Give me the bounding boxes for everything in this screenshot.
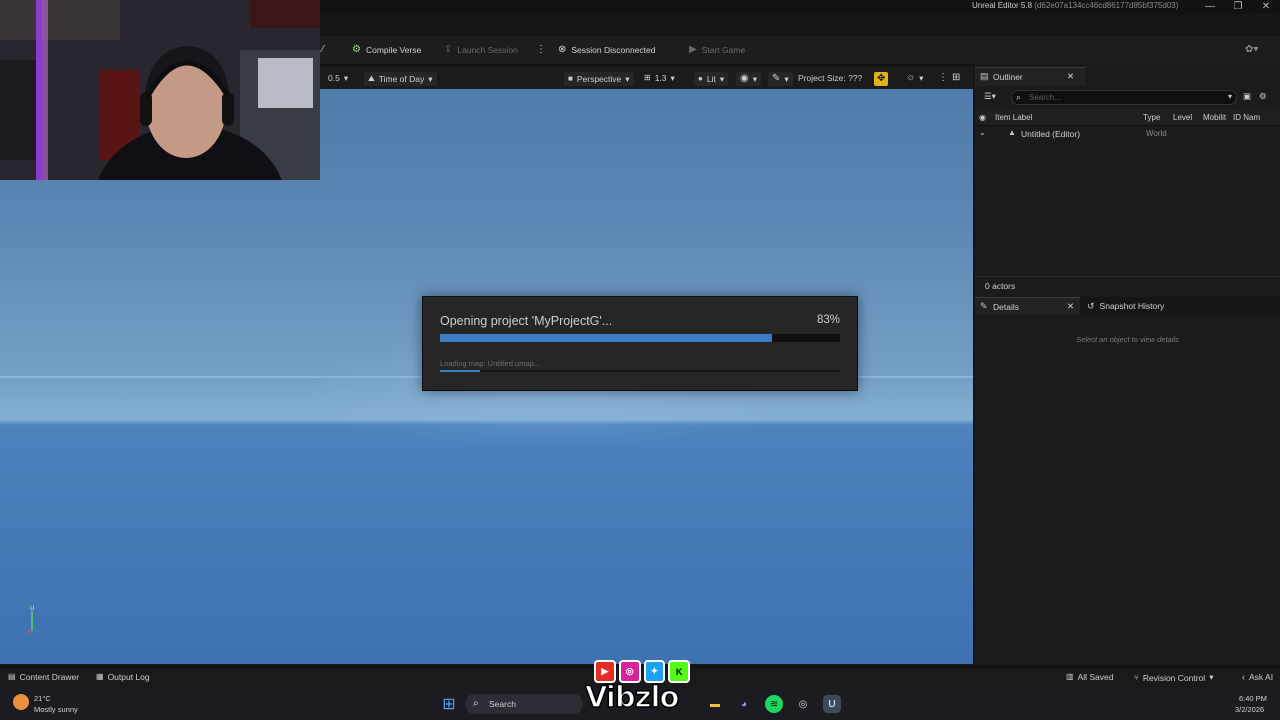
branch-icon: ⑂ [1134, 672, 1139, 682]
fov-dropdown[interactable]: ⊞ 1.3 ▾ [644, 72, 675, 84]
all-saved-button[interactable]: ▥ All Saved [1066, 672, 1113, 682]
viewport-layout-icon[interactable]: ⊞ [952, 72, 960, 84]
world-icon: ▲ [1008, 128, 1016, 137]
save-icon: ▥ [1066, 672, 1074, 681]
perspective-dropdown[interactable]: ■ Perspective ▾ [564, 72, 634, 86]
close-icon[interactable]: ✕ [1067, 71, 1074, 82]
output-log-button[interactable]: ▦ Output Log [96, 672, 150, 682]
camera-speed-dropdown[interactable]: 0.5 ▾ [328, 72, 348, 84]
tab-details[interactable]: ✎ Details ✕ [975, 297, 1080, 316]
github-icon[interactable]: ◎ [794, 695, 812, 713]
sphere-icon: ● [698, 74, 703, 83]
sub-progress-bar [440, 370, 840, 372]
taskbar-search-input[interactable]: ⌕ Search [465, 694, 583, 714]
loading-status: Loading map: Untitled.umap... [440, 359, 541, 368]
webcam-overlay [0, 0, 320, 180]
start-game-button[interactable]: ▶ Start Game [689, 44, 745, 56]
column-mobility[interactable]: Mobilit [1203, 113, 1226, 122]
revision-control-button[interactable]: ⑂ Revision Control ▾ [1134, 672, 1213, 683]
restore-button[interactable]: ❐ [1226, 0, 1250, 14]
grid-icon: ⊞ [644, 73, 651, 82]
column-level[interactable]: Level [1173, 113, 1192, 122]
window-title: Unreal Editor 5.8 (d62e07a134cc46cd86177… [972, 1, 1179, 10]
sub-progress-fill [440, 370, 480, 372]
weather-icon[interactable] [13, 694, 29, 710]
compile-icon: ⚙ [352, 44, 361, 55]
play-icon: ▶ [689, 44, 697, 55]
column-item-label[interactable]: Item Label [995, 113, 1032, 122]
streamer-webcam-image [0, 0, 320, 180]
tab-outliner[interactable]: ▤ Outliner ✕ [975, 67, 1085, 86]
unreal-editor-icon[interactable]: U [823, 695, 841, 713]
content-drawer-button[interactable]: ▤ Content Drawer [8, 672, 79, 682]
chevron-left-icon: ‹ [1242, 672, 1245, 682]
project-size-label: Project Size: ??? [798, 73, 863, 83]
pencil-icon: ✎ [772, 73, 781, 84]
disconnected-icon: ⊗ [558, 44, 567, 55]
gear-icon[interactable]: ⚙ [1259, 91, 1267, 102]
svg-text:U: U [30, 605, 34, 612]
session-options-button[interactable]: ⋮ [536, 44, 546, 56]
close-icon[interactable]: ✕ [1067, 301, 1074, 312]
outliner-row[interactable]: ⌄ ▲ Untitled (Editor) World [975, 126, 1280, 140]
show-flags-dropdown[interactable]: ◉ ▾ [736, 72, 762, 86]
windows-start-icon[interactable]: ⊞ [440, 695, 458, 713]
weather-temp[interactable]: 21°C [34, 694, 51, 703]
weather-desc[interactable]: Mostly sunny [34, 705, 78, 714]
file-explorer-icon[interactable]: ▬ [706, 695, 724, 713]
tab-snapshot-history[interactable]: ↺ Snapshot History [1087, 297, 1164, 315]
viewport-settings-icon[interactable]: ☼ ▾ [906, 72, 923, 84]
snap-toggle-icon[interactable]: ✥ [874, 72, 889, 86]
landscape-icon: ⛰ [368, 74, 375, 83]
column-type[interactable]: Type [1143, 113, 1160, 122]
actors-count-bar: 0 actors [975, 276, 1280, 293]
chevron-down-icon[interactable]: ▾ [1228, 92, 1232, 101]
history-icon: ↺ [1087, 301, 1095, 311]
details-body: Select an object to view details [975, 315, 1280, 664]
minimize-button[interactable]: — [1198, 0, 1222, 14]
social-icons-overlay: ▶ ◎ ✦ K [594, 660, 690, 683]
launch-icon: ⇪ [444, 44, 453, 55]
lit-dropdown[interactable]: ● Lit ▾ [694, 72, 729, 86]
outliner-icon: ▤ [980, 71, 989, 81]
axis-gizmo: U [25, 605, 34, 633]
brand-logo: Vibzlo [584, 679, 680, 715]
loading-dialog: Opening project 'MyProjectG'... 83% Load… [422, 296, 858, 391]
taskbar-time[interactable]: 6:40 PM [1239, 694, 1267, 703]
loading-percent: 83% [816, 314, 840, 326]
close-window-button[interactable]: ✕ [1254, 0, 1278, 14]
log-icon: ▦ [96, 672, 104, 681]
camera-icon: ■ [568, 74, 573, 83]
visibility-icon[interactable]: ◉ [979, 113, 986, 122]
pencil-icon: ✎ [980, 301, 988, 311]
add-folder-icon[interactable]: ▣ [1243, 91, 1251, 102]
loading-title: Opening project 'MyProjectG'... [440, 314, 613, 328]
compile-verse-button[interactable]: ⚙ Compile Verse [352, 44, 421, 56]
taskbar-date[interactable]: 3/2/2026 [1235, 705, 1264, 714]
toolbar-overflow-icon[interactable]: ⁄ [322, 44, 324, 56]
details-empty-message: Select an object to view details [1076, 335, 1179, 344]
settings-cluster-icon[interactable]: ✿▾ [1245, 44, 1258, 56]
drawer-icon: ▤ [8, 672, 16, 681]
outliner-search-input[interactable]: ⌕ Search... ▾ [1011, 90, 1237, 105]
column-id-name[interactable]: ID Nam [1233, 113, 1260, 122]
filter-icon[interactable]: ☰▾ [984, 91, 996, 102]
spotify-icon[interactable]: ≋ [765, 695, 783, 713]
launch-session-button[interactable]: ⇪ Launch Session [444, 44, 518, 56]
viewport-more-icon[interactable]: ⋮ [938, 72, 948, 84]
expand-chevron-icon[interactable]: ⌄ [979, 128, 986, 137]
search-icon: ⌕ [473, 698, 479, 709]
eye-icon: ◉ [740, 73, 749, 84]
tools-dropdown[interactable]: ✎ ▾ [768, 72, 793, 86]
session-status-button[interactable]: ⊗ Session Disconnected [558, 44, 656, 56]
time-of-day-button[interactable]: ⛰ Time of Day ▾ [364, 72, 437, 86]
progress-fill [440, 334, 772, 342]
ask-ai-button[interactable]: ‹ Ask AI [1242, 672, 1273, 682]
discord-icon[interactable]: ◕ [735, 695, 753, 713]
progress-bar [440, 334, 840, 342]
search-icon: ⌕ [1016, 92, 1022, 102]
